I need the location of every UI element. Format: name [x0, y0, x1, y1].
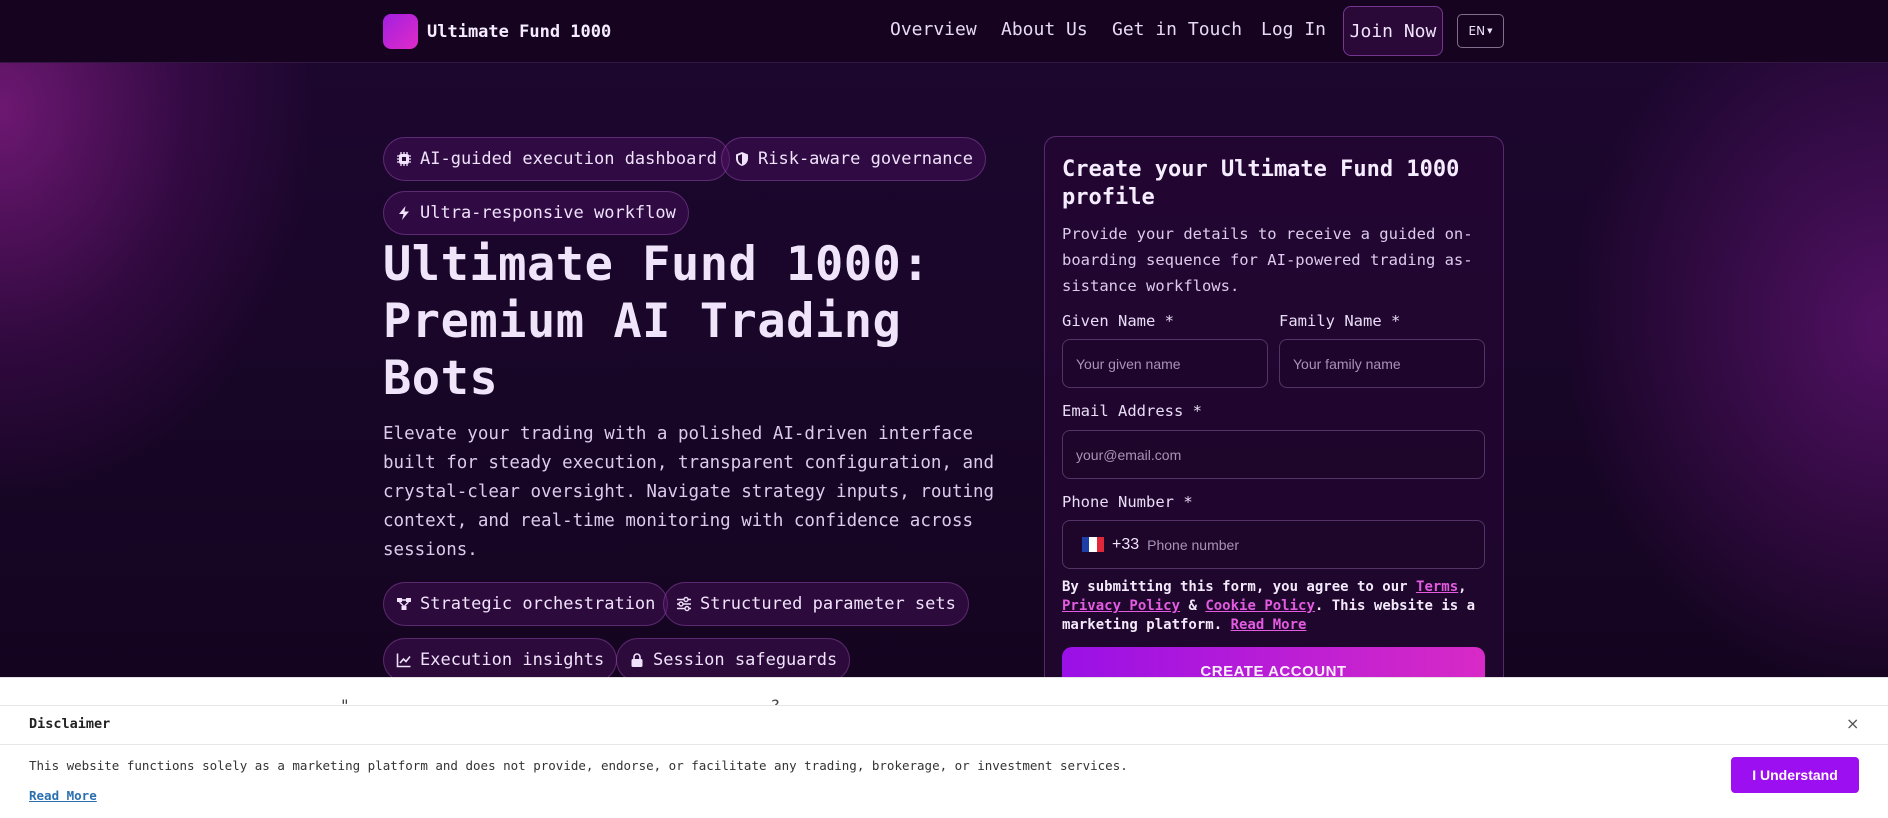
badge-responsive-workflow: Ultra-responsive workflow [383, 191, 689, 235]
close-icon[interactable]: × [1846, 714, 1859, 733]
signup-form-card: Create your Ultimate Fund 1000 profile P… [1044, 136, 1504, 697]
terms-notice: By submitting this form, you agree to ou… [1062, 578, 1492, 635]
cookie-policy-link[interactable]: Cookie Policy [1205, 598, 1315, 614]
given-name-placeholder: Your given name [1076, 355, 1181, 372]
hero-description: Elevate your trading with a polished AI-… [383, 424, 995, 560]
sliders-icon [677, 596, 691, 612]
phone-label: Phone Number * [1062, 493, 1193, 511]
family-name-label: Family Name * [1279, 312, 1401, 330]
badge-label: Risk-aware governance [758, 149, 973, 169]
nav-link-overview[interactable]: Overview [890, 19, 977, 40]
disclaimer-text: This website functions solely as a marke… [29, 758, 1128, 773]
nav-link-log-in[interactable]: Log In [1261, 19, 1326, 40]
language-selector[interactable]: EN ▼ [1457, 14, 1504, 48]
disclaimer-title: Disclaimer [29, 716, 111, 732]
form-subtitle: Provide your details to receive a guided… [1062, 225, 1473, 295]
family-name-input[interactable]: Your family name [1279, 339, 1485, 388]
divider [0, 744, 1888, 745]
chip-icon [397, 152, 411, 166]
lock-icon [631, 653, 643, 667]
email-label: Email Address * [1062, 402, 1202, 420]
terms-prefix: By submitting this form, you agree to ou… [1062, 579, 1417, 595]
feature-session-safeguards: Session safeguards [616, 638, 851, 682]
email-placeholder: your@email.com [1076, 446, 1182, 463]
france-flag-icon[interactable] [1082, 537, 1104, 552]
terms-link[interactable]: Terms [1416, 579, 1458, 595]
feature-label: Session safeguards [653, 650, 838, 670]
badge-ai-dashboard: AI-guided execution dashboard [383, 137, 730, 181]
join-now-button[interactable]: Join Now [1343, 6, 1443, 56]
i-understand-button[interactable]: I Understand [1731, 757, 1859, 793]
terms-amp: & [1180, 598, 1206, 614]
brand[interactable]: Ultimate Fund 1000 [383, 14, 611, 49]
family-name-placeholder: Your family name [1293, 355, 1401, 372]
brand-name: Ultimate Fund 1000 [427, 21, 612, 42]
badge-risk-governance: Risk-aware governance [721, 137, 986, 181]
nav-link-get-in-touch[interactable]: Get in Touch [1112, 19, 1242, 40]
feature-label: Execution insights [420, 650, 605, 670]
top-nav: Ultimate Fund 1000 Overview About Us Get… [0, 0, 1888, 63]
feature-strategic-orchestration: Strategic orchestration [383, 582, 669, 626]
bolt-icon [399, 206, 409, 220]
badge-label: Ultra-responsive workflow [420, 203, 676, 223]
nav-link-about-us[interactable]: About Us [1001, 19, 1088, 40]
caret-down-icon: ▼ [1487, 27, 1493, 35]
chart-line-icon [396, 653, 411, 668]
feature-parameter-sets: Structured parameter sets [663, 582, 969, 626]
feature-execution-insights: Execution insights [383, 638, 618, 682]
feature-label: Structured parameter sets [700, 594, 956, 614]
email-input[interactable]: your@email.com [1062, 430, 1485, 479]
read-more-link[interactable]: Read More [1231, 617, 1307, 633]
obscured-heading-text: "... ... ... ... ... ... ... ... ... ? [340, 696, 782, 705]
terms-comma: , [1458, 579, 1467, 595]
language-code: EN [1468, 24, 1486, 38]
given-name-input[interactable]: Your given name [1062, 339, 1268, 388]
privacy-policy-link[interactable]: Privacy Policy [1062, 598, 1180, 614]
form-title: Create your Ultimate Fund 1000 profile [1062, 157, 1460, 210]
disclaimer-read-more-link[interactable]: Read More [29, 788, 97, 803]
dial-code[interactable]: +33 [1112, 536, 1139, 554]
given-name-label: Given Name * [1062, 312, 1174, 330]
obscured-section-strip: "... ... ... ... ... ... ... ... ... ? [0, 677, 1888, 705]
shield-icon [736, 152, 748, 166]
hero-headline: Ultimate Fund 1000: Premium AI Trading B… [383, 237, 931, 406]
network-icon [397, 598, 411, 610]
disclaimer-banner: Disclaimer × This website functions sole… [0, 705, 1888, 818]
badge-label: AI-guided execution dashboard [420, 149, 717, 169]
brand-logo [383, 14, 418, 49]
feature-label: Strategic orchestration [420, 594, 656, 614]
phone-input[interactable]: +33 Phone number [1062, 520, 1485, 569]
phone-placeholder: Phone number [1147, 536, 1239, 553]
